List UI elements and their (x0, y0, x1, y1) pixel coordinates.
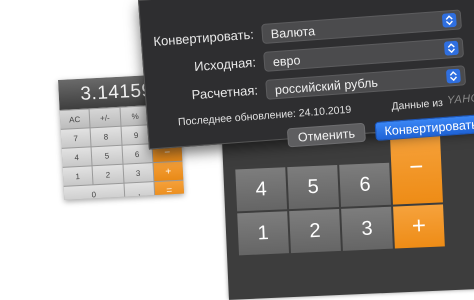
key-decimal[interactable]: , (124, 182, 155, 200)
convert-dialog: Конвертировать: Валюта Исходная: евро Ра… (138, 0, 474, 150)
key-1[interactable]: 1 (62, 166, 93, 186)
yahoo-logo: YAHOO! (446, 91, 474, 107)
key-equals[interactable]: = (154, 180, 185, 200)
key-clear[interactable]: AC (59, 109, 90, 129)
chevron-up-down-icon (445, 68, 461, 84)
chevron-up-down-icon (443, 40, 459, 56)
key-0[interactable]: 0 (63, 183, 124, 200)
key-8[interactable]: 8 (90, 126, 121, 147)
key-plus[interactable]: + (393, 204, 445, 249)
key-3[interactable]: 3 (341, 206, 393, 251)
key-2[interactable]: 2 (289, 208, 341, 254)
key-sign[interactable]: +/- (89, 107, 120, 128)
key-5[interactable]: 5 (287, 164, 340, 210)
key-1[interactable]: 1 (237, 211, 290, 256)
convert-type-value: Валюта (270, 24, 316, 42)
key-3[interactable]: 3 (123, 163, 154, 183)
key-4[interactable]: 4 (61, 147, 92, 167)
key-minus[interactable]: − (389, 130, 443, 205)
data-source-text: Данные из (391, 96, 444, 113)
key-plus[interactable]: + (153, 161, 184, 182)
key-6[interactable]: 6 (122, 144, 153, 164)
source-currency-value: евро (272, 53, 301, 70)
target-label: Расчетная: (191, 82, 259, 103)
key-6[interactable]: 6 (339, 162, 391, 207)
key-2[interactable]: 2 (92, 164, 123, 185)
target-currency-value: российский рубль (274, 75, 379, 98)
key-4[interactable]: 4 (235, 167, 288, 212)
key-7[interactable]: 7 (60, 128, 91, 148)
key-5[interactable]: 5 (91, 145, 122, 166)
convert-label: Конвертировать: (152, 26, 255, 49)
big-calculator: 4 5 6 − 1 2 3 + (222, 128, 474, 300)
chevron-up-down-icon (441, 12, 457, 28)
source-label: Исходная: (193, 54, 257, 75)
